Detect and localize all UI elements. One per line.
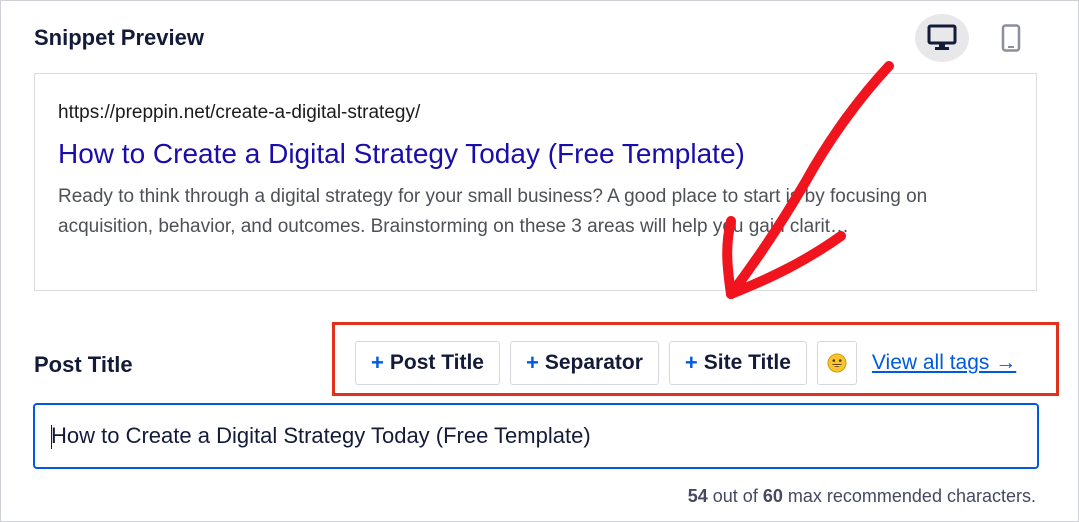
post-title-label: Post Title [34, 352, 133, 377]
snippet-preview-panel: Snippet Preview https://preppin.net/crea… [0, 0, 1079, 522]
character-count: 54 out of 60 max recommended characters. [688, 486, 1036, 507]
post-title-field[interactable] [33, 403, 1039, 469]
snippet-description: Ready to think through a digital strateg… [58, 186, 928, 237]
desktop-icon [927, 24, 957, 50]
section-title: Snippet Preview [34, 25, 204, 50]
add-post-title-tag-button[interactable]: + Post Title [355, 341, 500, 385]
text-cursor [51, 425, 52, 449]
char-count-max: 60 [762, 486, 783, 506]
search-snippet-card: https://preppin.net/create-a-digital-str… [34, 73, 1037, 291]
tag-label: Post Title [389, 351, 484, 374]
post-title-input[interactable] [51, 405, 1021, 467]
tag-label: Separator [544, 351, 643, 374]
mobile-icon [1001, 24, 1021, 52]
view-all-tags-link[interactable]: View all tags → [872, 351, 1016, 375]
desktop-preview-button[interactable] [915, 14, 969, 62]
add-site-title-tag-button[interactable]: + Site Title [668, 341, 807, 385]
tag-label: Site Title [703, 351, 791, 374]
plus-icon: + [684, 350, 698, 375]
char-count-suffix: max recommended characters. [787, 486, 1036, 506]
plus-icon: + [371, 350, 384, 375]
mobile-preview-button[interactable] [984, 14, 1038, 62]
emoji-picker-button[interactable] [816, 341, 857, 385]
char-count-current: 54 [687, 486, 708, 506]
char-count-out-of: out of [712, 486, 758, 506]
snippet-url: https://preppin.net/create-a-digital-str… [58, 102, 421, 123]
smiley-emoji-icon [827, 353, 847, 373]
add-separator-tag-button[interactable]: + Separator [510, 341, 659, 385]
plus-icon: + [526, 350, 539, 375]
smart-tags-row: + Post Title + Separator + Site Title Vi… [355, 341, 1016, 385]
snippet-title: How to Create a Digital Strategy Today (… [58, 138, 745, 169]
